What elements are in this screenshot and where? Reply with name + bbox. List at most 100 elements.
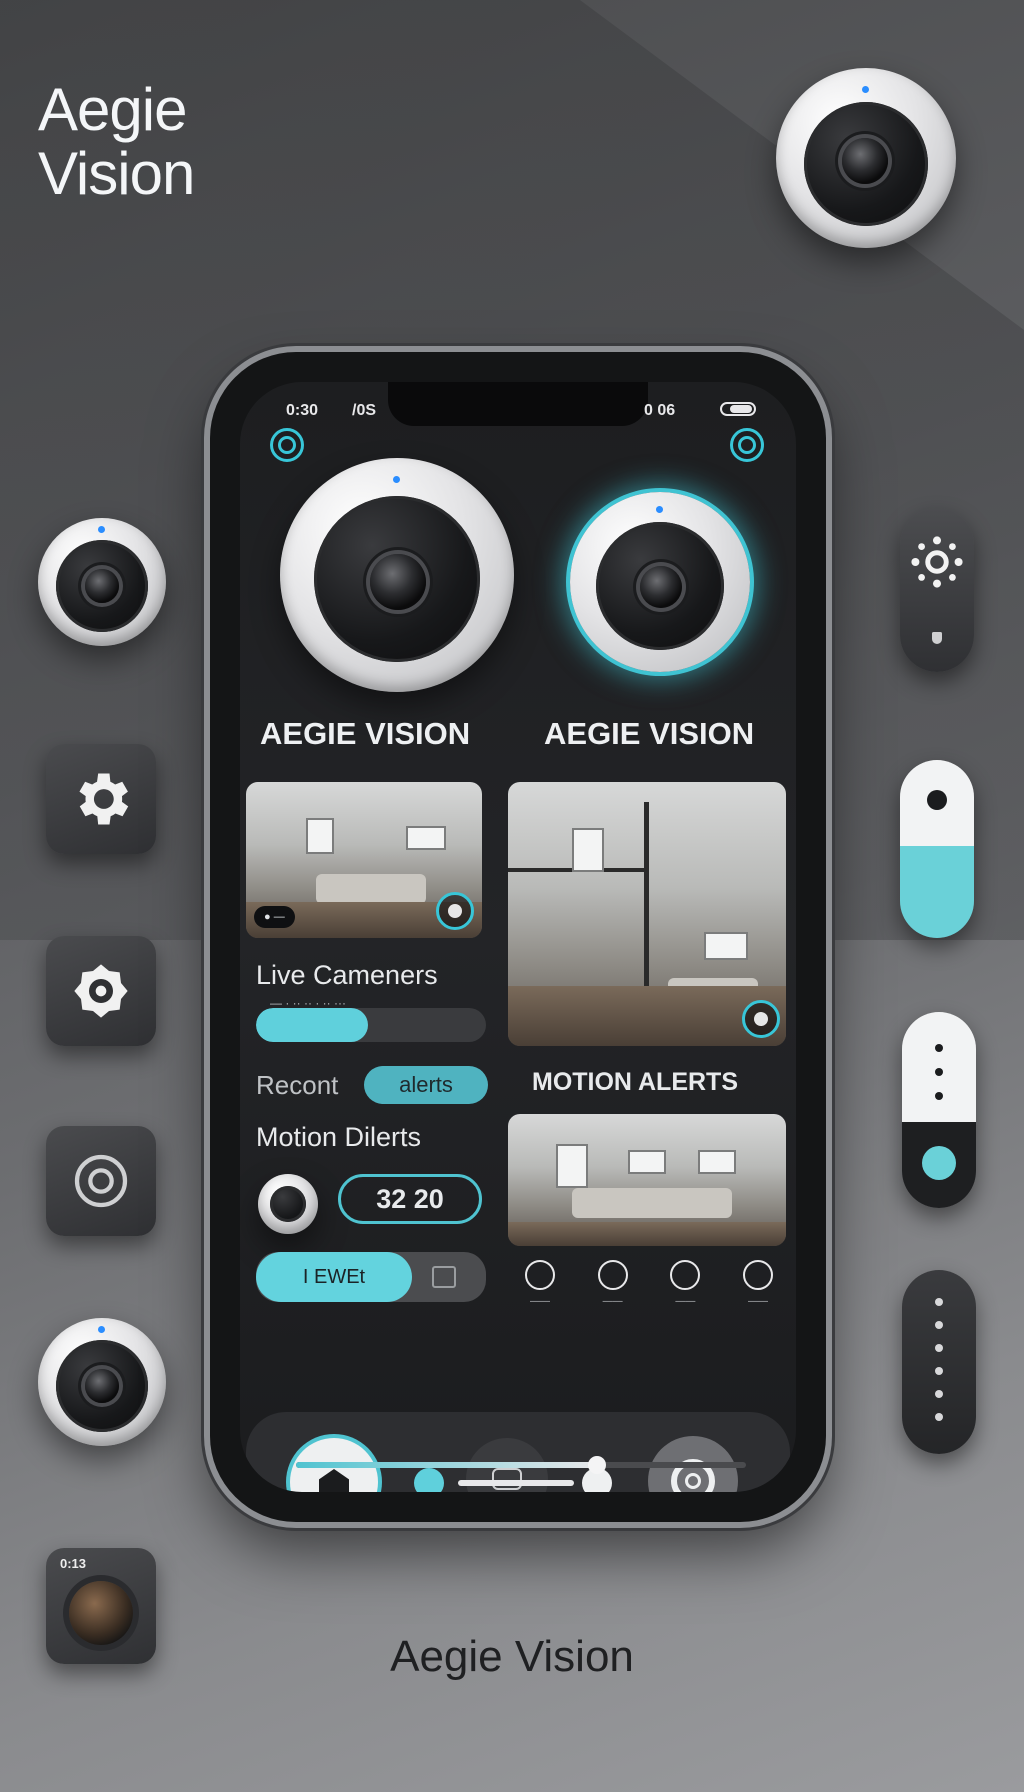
action-label: ——	[530, 1296, 550, 1307]
nav-indicator-dot	[414, 1468, 444, 1492]
dots-control[interactable]	[902, 1270, 976, 1454]
camera-lens	[85, 569, 119, 603]
record-icon-left[interactable]	[270, 428, 304, 462]
brand-title: Aegie Vision	[38, 76, 195, 207]
action-label: ——	[675, 1296, 696, 1307]
camera-view-2[interactable]	[570, 492, 750, 672]
phone-device: 0:30 /0S 0 06 AEGIE VISION AEGIE VISION …	[210, 352, 826, 1522]
home-icon	[319, 1469, 349, 1492]
brand-footer: Aegie Vision	[390, 1632, 634, 1681]
home-indicator	[458, 1480, 574, 1486]
action-item[interactable]: ——	[587, 1260, 639, 1307]
slider-knob	[922, 1146, 956, 1180]
mini-camera-icon[interactable]	[258, 1174, 318, 1234]
toggle-bottom	[900, 846, 974, 938]
camera-lens	[842, 138, 888, 184]
counter-box: 32 20	[338, 1174, 482, 1224]
feed-window	[306, 818, 334, 854]
security-camera-left-2	[38, 1318, 166, 1446]
view-button-icon	[432, 1266, 456, 1288]
lens-icon	[74, 1154, 128, 1208]
camera-label-1: AEGIE VISION	[260, 716, 471, 751]
view-button-label: I EWEt	[302, 1265, 366, 1288]
toggle-cyan[interactable]	[900, 760, 974, 938]
feed-floor	[508, 1222, 786, 1246]
toggle-knob	[927, 790, 947, 810]
feed-window	[698, 1150, 736, 1174]
camera-app-tile[interactable]	[46, 936, 156, 1046]
camera-view-1[interactable]	[280, 458, 514, 692]
settings-tile[interactable]	[46, 744, 156, 854]
camera-face	[270, 1186, 306, 1222]
feed-sofa	[572, 1188, 732, 1218]
toggle-top	[900, 760, 974, 846]
live-feed-3[interactable]	[508, 1114, 786, 1246]
feed-window	[406, 826, 446, 850]
sun-icon	[911, 536, 963, 588]
shield-camera-icon	[74, 964, 128, 1018]
feed-bed	[316, 874, 426, 904]
camera-led	[656, 506, 663, 513]
scrub-bar-fill	[296, 1462, 596, 1468]
scrub-bar[interactable]	[296, 1456, 746, 1474]
brand-title-line1: Aegie	[38, 76, 187, 143]
slider-top	[902, 1012, 976, 1122]
recent-label: Recont	[256, 1070, 339, 1100]
brightness-toggle[interactable]	[900, 508, 974, 672]
lens-tile[interactable]	[46, 1126, 156, 1236]
security-camera-top-right	[776, 68, 956, 248]
action-row: —— —— —— ——	[514, 1260, 784, 1307]
action-label: ——	[602, 1296, 623, 1307]
feed-record-button[interactable]	[436, 892, 474, 930]
action-item[interactable]: ——	[514, 1260, 566, 1307]
gear-icon	[79, 773, 129, 825]
live-feed-2[interactable]	[508, 782, 786, 1046]
shield-small-icon	[932, 632, 942, 644]
action-snapshot-icon	[597, 1260, 628, 1290]
dots-control-dots	[935, 1298, 943, 1421]
camera-lens	[370, 554, 426, 610]
action-item[interactable]: ——	[659, 1260, 711, 1307]
slider-bottom	[902, 1122, 976, 1208]
view-button[interactable]: I EWEt	[256, 1252, 486, 1302]
slider-dot	[935, 1092, 943, 1100]
live-feed-1[interactable]: ● —	[246, 782, 482, 938]
feed-window	[628, 1150, 666, 1174]
action-label: ——	[747, 1296, 768, 1307]
action-item[interactable]: ——	[732, 1260, 784, 1307]
camera-icon	[492, 1468, 522, 1490]
scrub-handle[interactable]	[588, 1456, 606, 1474]
camera-led	[98, 1326, 105, 1333]
action-settings-icon	[742, 1260, 773, 1290]
live-progress-pill[interactable]	[256, 1008, 486, 1042]
view-button-fill: I EWEt	[256, 1252, 412, 1302]
feed-window	[572, 828, 604, 872]
feed-window	[704, 932, 748, 960]
slider-dot	[935, 1068, 943, 1076]
live-progress-fill	[256, 1008, 368, 1042]
motion-dilerts-heading: Motion Dilerts	[256, 1122, 422, 1152]
camera-lens	[85, 1369, 119, 1403]
camera-label-2: AEGIE VISION	[544, 716, 755, 751]
phone-notch	[388, 382, 648, 426]
action-record-icon	[525, 1260, 555, 1290]
alerts-pill[interactable]: alerts	[364, 1066, 488, 1104]
battery-icon	[720, 402, 756, 416]
camera-led	[98, 526, 105, 533]
status-time: 0:30	[286, 402, 319, 419]
feed-window	[556, 1144, 588, 1188]
slider-dot	[935, 1044, 943, 1052]
feed-record-button[interactable]	[742, 1000, 780, 1038]
action-video-icon	[670, 1260, 701, 1290]
camera-led	[862, 86, 869, 93]
alerts-pill-label: alerts	[399, 1072, 453, 1097]
record-icon-right[interactable]	[730, 428, 764, 462]
counter-value: 32 20	[376, 1183, 444, 1214]
phone-screen: 0:30 /0S 0 06 AEGIE VISION AEGIE VISION …	[240, 382, 796, 1492]
slider-control[interactable]	[902, 1012, 976, 1208]
status-right: 0 06	[644, 402, 676, 419]
live-cameras-heading: Live Cameners	[256, 960, 438, 990]
status-carrier: /0S	[352, 402, 377, 419]
camera-led	[393, 476, 400, 483]
brand-title-line2: Vision	[38, 140, 195, 207]
